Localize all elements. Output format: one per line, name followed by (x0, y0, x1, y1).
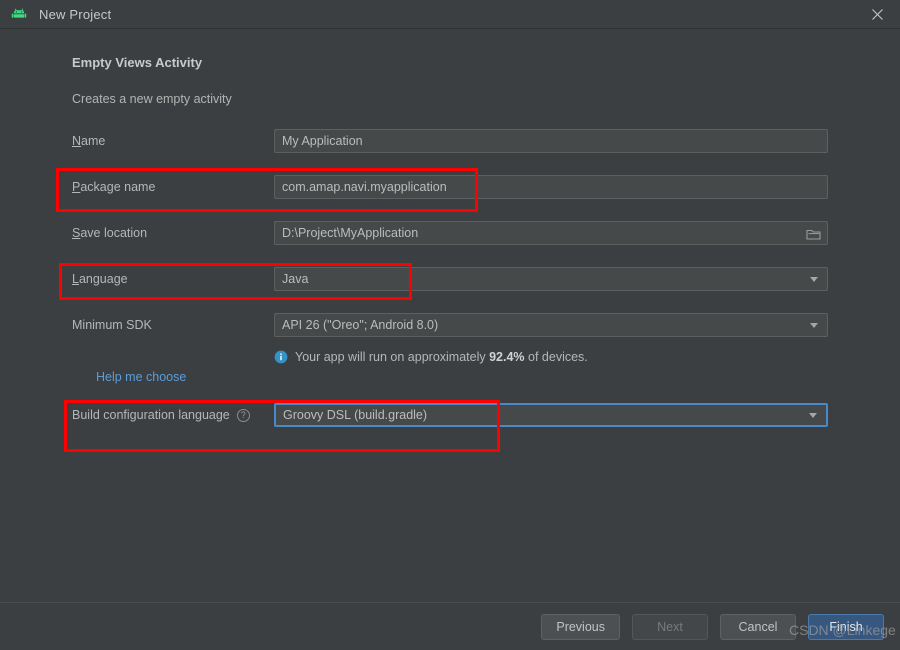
cancel-button[interactable]: Cancel (720, 613, 796, 640)
info-icon (274, 350, 288, 364)
sdk-info-row: Your app will run on approximately 92.4%… (72, 349, 828, 366)
window-title-bar: New Project (0, 0, 900, 29)
previous-button-label: Previous (556, 619, 605, 634)
form-row-package-name: Package name com.amap.navi.myapplication (72, 175, 828, 199)
build-config-language-label-text: Build configuration language (72, 408, 230, 422)
question-mark-icon[interactable]: ? (236, 408, 250, 422)
language-label-text: anguage (78, 272, 128, 286)
sdk-info-percent: 92.4% (489, 350, 525, 364)
previous-button[interactable]: Previous (541, 613, 620, 640)
language-label-mnemonic: L (72, 272, 79, 286)
language-dropdown[interactable]: Java (274, 267, 828, 291)
sdk-info-text-before: Your app will run on approximately (295, 350, 490, 364)
next-button-label: Next (657, 619, 683, 634)
cancel-button-label: Cancel (738, 619, 778, 634)
package-name-label: Package name (72, 180, 274, 194)
minimum-sdk-dropdown[interactable]: API 26 ("Oreo"; Android 8.0) (274, 313, 828, 337)
help-me-choose-link[interactable]: Help me choose (96, 370, 828, 384)
android-robot-icon (11, 6, 27, 22)
template-description: Creates a new empty activity (72, 92, 232, 106)
language-dropdown-value: Java (282, 272, 309, 286)
form-row-save-location: Save location D:\Project\MyApplication (72, 221, 828, 245)
save-location-input-value: D:\Project\MyApplication (282, 226, 419, 240)
name-label-mnemonic: N (72, 134, 82, 148)
save-location-label-text: ave location (80, 226, 148, 240)
chevron-down-icon (810, 323, 818, 328)
form-row-language: Language Java (72, 267, 828, 291)
minimum-sdk-label: Minimum SDK (72, 318, 274, 332)
folder-icon[interactable] (800, 223, 826, 245)
save-location-input[interactable]: D:\Project\MyApplication (274, 221, 828, 245)
build-config-language-dropdown[interactable]: Groovy DSL (build.gradle) (274, 403, 828, 427)
watermark: CSDN @Linkege (789, 622, 896, 638)
next-button: Next (632, 613, 708, 640)
name-input[interactable]: My Application (274, 129, 828, 153)
name-label-text: ame (81, 134, 106, 148)
language-label: Language (72, 272, 274, 286)
sdk-info-text-after: of devices. (524, 350, 588, 364)
dialog-content: Empty Views Activity Creates a new empty… (0, 29, 900, 602)
minimum-sdk-label-text: Minimum SDK (72, 318, 152, 332)
name-label: Name (72, 134, 274, 148)
close-icon[interactable] (854, 0, 900, 29)
chevron-down-icon (810, 277, 818, 282)
form-row-build-config-language: Build configuration language ? Groovy DS… (72, 403, 828, 427)
chevron-down-icon (809, 413, 817, 418)
minimum-sdk-dropdown-value: API 26 ("Oreo"; Android 8.0) (282, 318, 439, 332)
package-name-input[interactable]: com.amap.navi.myapplication (274, 175, 828, 199)
window-title-label: New Project (39, 6, 112, 22)
package-name-label-text: ackage name (80, 180, 156, 194)
name-input-value: My Application (282, 134, 363, 148)
package-name-input-value: com.amap.navi.myapplication (282, 180, 447, 194)
form-row-name: Name My Application (72, 129, 828, 153)
save-location-label-mnemonic: S (72, 226, 81, 240)
dialog-button-bar: Previous Next Cancel Finish (0, 602, 900, 650)
form-row-minimum-sdk: Minimum SDK API 26 ("Oreo"; Android 8.0) (72, 313, 828, 337)
page-title: Empty Views Activity (72, 55, 203, 70)
build-config-language-dropdown-value: Groovy DSL (build.gradle) (283, 408, 428, 422)
build-config-language-label: Build configuration language ? (72, 408, 274, 422)
package-name-label-mnemonic: P (72, 180, 81, 194)
save-location-label: Save location (72, 226, 274, 240)
sdk-info-text: Your app will run on approximately 92.4%… (295, 349, 588, 366)
